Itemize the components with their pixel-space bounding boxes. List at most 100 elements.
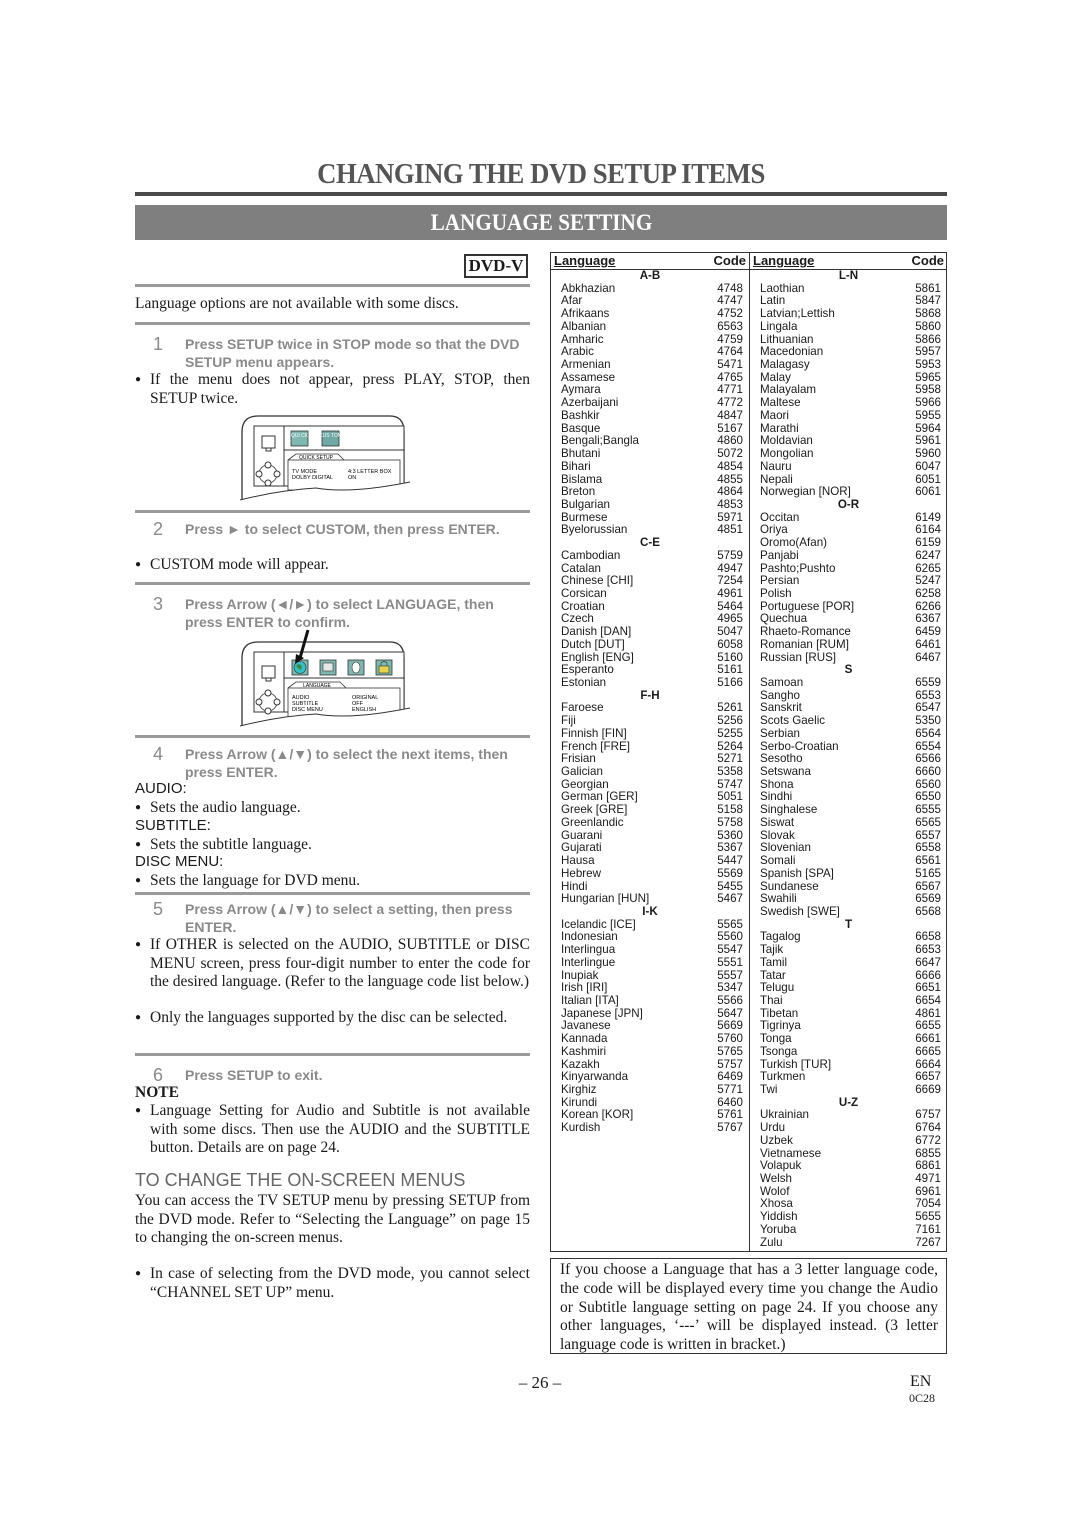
step-3: 3 Press Arrow (◄/►) to select LANGUAGE, … xyxy=(135,595,530,631)
language-code: 7267 xyxy=(915,1235,941,1249)
step-6: 6 Press SETUP to exit. xyxy=(135,1066,530,1084)
table-row: Kurdish 5767 xyxy=(551,1121,749,1135)
table-group-heading: I-K xyxy=(642,904,658,918)
language-code: 5047 xyxy=(717,625,743,639)
language-code: 6772 xyxy=(915,1133,941,1147)
language-code: 6159 xyxy=(915,536,941,550)
table-row: Bhutani 5072 xyxy=(551,447,749,461)
language-name: Tamil xyxy=(760,955,788,969)
language-name: Albanian xyxy=(561,319,607,333)
step-text: Press ► to select CUSTOM, then press ENT… xyxy=(185,521,500,537)
language-code: 5166 xyxy=(717,676,743,689)
language-code: 6660 xyxy=(915,765,941,779)
table-row: Danish [DAN] 5047 xyxy=(551,625,749,639)
language-name: Rhaeto-Romance xyxy=(760,625,851,639)
table-row: Panjabi 6247 xyxy=(750,549,947,563)
table-row: Azerbaijani 4772 xyxy=(551,396,749,410)
language-name: Zulu xyxy=(760,1235,783,1249)
section-title: LANGUAGE SETTING xyxy=(430,210,652,235)
header-code: Code xyxy=(713,253,747,268)
three-letter-code-note: If you choose a Language that has a 3 le… xyxy=(550,1258,947,1354)
language-code: 5953 xyxy=(915,358,941,372)
language-code: 5471 xyxy=(717,358,743,372)
language-code: 5655 xyxy=(915,1210,941,1224)
table-row: Malagasy 5953 xyxy=(750,358,947,372)
onscreen-menus-text: You can access the TV SETUP menu by pres… xyxy=(135,1192,530,1246)
language-name: Bulgarian xyxy=(561,497,610,511)
table-group-heading: C-E xyxy=(640,536,660,550)
disc-menu-label: DISC MENU: xyxy=(135,853,224,870)
divider xyxy=(135,510,530,513)
section-header: LANGUAGE SETTING xyxy=(135,205,947,240)
note-heading: NOTE xyxy=(135,1084,179,1101)
language-name: Romanian [RUM] xyxy=(760,637,849,651)
step-number: 6 xyxy=(153,1065,164,1085)
table-row: Galician 5358 xyxy=(551,765,749,779)
table-row: Dutch [DUT] 6058 xyxy=(551,638,749,652)
language-code-label: EN xyxy=(910,1373,932,1390)
language-code: 6555 xyxy=(915,803,941,817)
table-row: Serbian 6564 xyxy=(750,726,947,741)
language-code: 5165 xyxy=(915,866,941,880)
divider xyxy=(135,735,530,738)
table-row: Corsican 4961 xyxy=(551,587,749,601)
step-text: Press Arrow (▲/▼) to select the next ite… xyxy=(185,746,508,780)
intro-text: Language options are not available with … xyxy=(135,295,459,312)
language-code: 5960 xyxy=(915,447,941,461)
table-row: Setswana 6660 xyxy=(750,765,947,779)
table-row: Yiddish 5655 xyxy=(750,1210,947,1224)
onscreen-menus-heading: TO CHANGE THE ON-SCREEN MENUS xyxy=(135,1170,466,1190)
language-name: Tsonga xyxy=(760,1044,798,1058)
language-name: Hausa xyxy=(561,854,595,868)
table-header: Language Code xyxy=(750,253,947,270)
table-row: Greenlandic 5758 xyxy=(551,816,749,830)
language-code: 6653 xyxy=(915,943,941,957)
language-name: Estonian xyxy=(561,676,607,689)
language-name: Scots Gaelic xyxy=(760,714,826,728)
table-row: Rhaeto-Romance 6459 xyxy=(750,625,947,639)
table-group-heading: A-B xyxy=(639,269,661,282)
table-row: Uzbek 6772 xyxy=(750,1133,947,1148)
quick-icon-label: QUI CK xyxy=(291,433,309,439)
step-1: 1 Press SETUP twice in STOP mode so that… xyxy=(135,335,530,371)
table-row: Twi 6669 xyxy=(750,1083,947,1097)
step-number: 3 xyxy=(153,594,164,614)
title-divider xyxy=(135,192,947,196)
language-code: 6559 xyxy=(915,676,941,689)
menu-row-label: DISC MENU xyxy=(292,707,323,713)
table-column-right: Language Code L-N Laothian 5861 Latin 5847 La… xyxy=(749,253,947,1251)
table-group-heading: L-N xyxy=(838,269,859,282)
language-name: Interlingua xyxy=(561,943,616,957)
language-code: 5158 xyxy=(717,803,743,817)
language-code: 5358 xyxy=(717,765,743,779)
language-code: 5350 xyxy=(915,714,941,728)
table-row: Singhalese 6555 xyxy=(750,803,947,817)
language-code: 6564 xyxy=(915,726,941,740)
language-name: Polish xyxy=(760,586,792,600)
menu-row-label: DOLBY DIGITAL xyxy=(292,475,333,481)
language-name: Latvian;Lettish xyxy=(760,307,835,321)
header-language: Language xyxy=(753,253,815,268)
table-row: Somali 6561 xyxy=(750,854,947,868)
language-name: Lingala xyxy=(760,319,798,333)
table-row: Mongolian 5960 xyxy=(750,447,947,461)
language-code: 5255 xyxy=(717,726,743,740)
language-name: Tajik xyxy=(760,943,784,957)
table-row: Urdu 6764 xyxy=(750,1121,947,1135)
language-code: 6047 xyxy=(915,459,941,473)
table-row: Bihari 4854 xyxy=(551,460,749,474)
language-name: Danish [DAN] xyxy=(561,625,632,639)
language-name: Uzbek xyxy=(760,1133,793,1147)
table-row: Kannada 5760 xyxy=(551,1032,749,1046)
language-name: Italian [ITA] xyxy=(561,993,619,1007)
table-row: Tonga 6661 xyxy=(750,1032,947,1046)
language-name: Tonga xyxy=(760,1032,792,1046)
language-code: 4971 xyxy=(915,1172,941,1186)
step-text: Press SETUP twice in STOP mode so that t… xyxy=(185,336,520,370)
table-header: Language Code xyxy=(551,253,749,270)
step-5: 5 Press Arrow (▲/▼) to select a setting,… xyxy=(135,900,530,936)
language-code: 6563 xyxy=(717,319,743,333)
language-code: 4752 xyxy=(717,307,743,321)
table-row: Fiji 5256 xyxy=(551,714,749,728)
step-number: 4 xyxy=(153,744,164,764)
